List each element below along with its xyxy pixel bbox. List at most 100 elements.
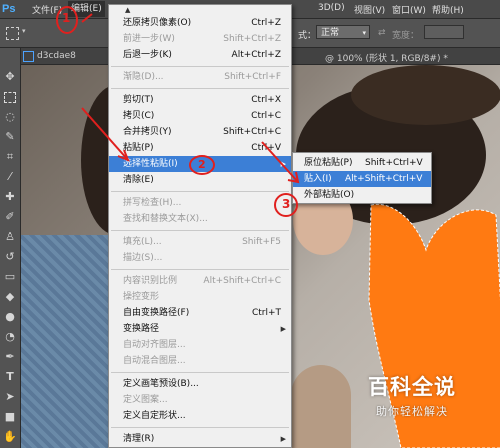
pen-tool-icon[interactable]: ✒ [3, 350, 17, 364]
rect-marquee-tool-icon[interactable] [3, 90, 17, 104]
menu-item-label: 剪切(T) [123, 95, 154, 105]
shape-tool-icon[interactable]: ■ [3, 410, 17, 424]
crop-tool-icon[interactable]: ⌗ [3, 150, 17, 164]
menu-separator [111, 372, 289, 373]
menu-item-label: 粘贴(P) [123, 143, 154, 153]
menu-item-label: 清除(E) [123, 175, 154, 185]
menu-separator [111, 88, 289, 89]
watermark-subtitle: 助你轻松解决 [376, 405, 448, 418]
menu-item-label: 变换路径 [123, 324, 160, 334]
menu-edit[interactable]: 编辑(E) [68, 1, 105, 17]
menu-window[interactable]: 窗口(W) [392, 3, 426, 16]
lasso-tool-icon[interactable]: ◌ [3, 110, 17, 124]
menu-item-label: 定义画笔预设(B)... [123, 379, 199, 389]
menu-item-label: 渐隐(D)... [123, 72, 164, 82]
healing-brush-tool-icon[interactable]: ✚ [3, 190, 17, 204]
menu-item-label: 内容识别比例 [123, 276, 178, 286]
marquee-tool-icon[interactable] [6, 27, 19, 40]
style-select[interactable]: 正常 ▾ [316, 25, 370, 39]
blur-tool-icon[interactable]: ● [3, 310, 17, 324]
document-tab-info[interactable]: @ 100% (形状 1, RGB/8#) * [325, 51, 448, 64]
menu-item-shortcut: Alt+Shift+Ctrl+V [345, 174, 423, 184]
paint-bucket-tool-icon[interactable]: ◆ [3, 290, 17, 304]
menu-item-label: 拼写检查(H)... [123, 198, 182, 208]
annotation-label-1: 1 [62, 11, 71, 25]
menu-item-puppet-warp[interactable]: 操控变形 [109, 289, 291, 305]
menu-item-label: 外部粘贴(O) [304, 190, 355, 200]
path-select-tool-icon[interactable]: ➤ [3, 390, 17, 404]
menu-item-purge[interactable]: 清理(R) ▶ [109, 431, 291, 447]
menu-item-fill[interactable]: 填充(L)... Shift+F5 [109, 234, 291, 250]
menu-item-shortcut: Alt+Shift+Ctrl+C [203, 276, 281, 286]
style-label: 式： [298, 31, 317, 41]
menu-item-fade[interactable]: 渐隐(D)... Shift+Ctrl+F [109, 69, 291, 85]
menu-item-auto-blend-layers[interactable]: 自动混合图层... [109, 353, 291, 369]
menu-item-shortcut: Shift+Ctrl+C [223, 127, 281, 137]
menu-3d[interactable]: 3D(D) [318, 3, 345, 13]
menu-item-step-forward[interactable]: 前进一步(W) Shift+Ctrl+Z [109, 31, 291, 47]
watermark: 百科全说 助你轻松解决 [354, 371, 494, 421]
swap-icon: ⇄ [378, 28, 386, 38]
menu-help[interactable]: 帮助(H) [432, 3, 464, 16]
history-brush-tool-icon[interactable]: ↺ [3, 250, 17, 264]
clone-stamp-tool-icon[interactable]: ♙ [3, 230, 17, 244]
menu-item-find-replace[interactable]: 查找和替换文本(X)... [109, 211, 291, 227]
menu-item-content-aware-scale[interactable]: 内容识别比例 Alt+Shift+Ctrl+C [109, 273, 291, 289]
menu-item-label: 操控变形 [123, 292, 160, 302]
submenu-arrow-icon: ▶ [280, 435, 286, 443]
chevron-down-icon[interactable]: ▾ [22, 27, 26, 35]
menu-file[interactable]: 文件(F) [32, 3, 62, 16]
menu-item-shortcut: Shift+Ctrl+F [224, 72, 281, 82]
menu-item-label: 还原拷贝像素(O) [123, 18, 192, 28]
tab-close-icon[interactable] [23, 51, 34, 62]
menu-item-shortcut: Ctrl+T [251, 308, 281, 318]
menu-item-label: 原位粘贴(P) [304, 158, 353, 168]
menu-item-paste-into[interactable]: 贴入(I) Alt+Shift+Ctrl+V [293, 171, 431, 187]
menu-item-paste-in-place[interactable]: 原位粘贴(P) Shift+Ctrl+V [293, 155, 431, 171]
menu-item-shortcut: Shift+F5 [242, 237, 281, 247]
width-label: 宽度： [392, 31, 420, 41]
menu-item-transform-path[interactable]: 变换路径 ▶ [109, 321, 291, 337]
menu-item-shortcut: Ctrl+Z [251, 18, 281, 28]
menu-item-label: 选择性粘贴(I) [123, 159, 178, 169]
menu-item-copy[interactable]: 拷贝(C) Ctrl+C [109, 108, 291, 124]
brush-tool-icon[interactable]: ✐ [3, 210, 17, 224]
menu-item-cut[interactable]: 剪切(T) Ctrl+X [109, 92, 291, 108]
style-select-value: 正常 [321, 28, 340, 38]
edit-menu: ▲ 还原拷贝像素(O) Ctrl+Z 前进一步(W) Shift+Ctrl+Z … [108, 4, 292, 448]
menu-item-label: 查找和替换文本(X)... [123, 214, 208, 224]
menu-item-shortcut: Shift+Ctrl+Z [223, 34, 281, 44]
menu-item-step-backward[interactable]: 后退一步(K) Alt+Ctrl+Z [109, 47, 291, 63]
menu-item-paste[interactable]: 粘贴(P) Ctrl+V [109, 140, 291, 156]
menu-item-auto-align-layers[interactable]: 自动对齐图层... [109, 337, 291, 353]
annotation-label-2: 2 [198, 158, 206, 171]
document-tab-name[interactable]: d3cdae8 [37, 51, 76, 61]
menu-item-label: 定义自定形状... [123, 411, 186, 421]
menu-item-define-pattern[interactable]: 定义图案... [109, 392, 291, 408]
scroll-up-icon[interactable]: ▲ [125, 6, 130, 14]
eyedropper-tool-icon[interactable]: ⁄ [3, 170, 17, 184]
menu-item-label: 定义图案... [123, 395, 168, 405]
menu-item-define-custom-shape[interactable]: 定义自定形状... [109, 408, 291, 424]
submenu-arrow-icon: ▶ [280, 160, 286, 168]
chevron-down-icon: ▾ [362, 29, 366, 37]
menu-item-shortcut: Alt+Ctrl+Z [231, 50, 281, 60]
menu-item-copy-merged[interactable]: 合并拷贝(Y) Shift+Ctrl+C [109, 124, 291, 140]
dodge-tool-icon[interactable]: ◔ [3, 330, 17, 344]
menu-item-free-transform-path[interactable]: 自由变换路径(F) Ctrl+T [109, 305, 291, 321]
tools-panel: ✥ ◌ ✎ ⌗ ⁄ ✚ ✐ ♙ ↺ ▭ ◆ ● ◔ ✒ T ➤ ■ ✋ [0, 48, 21, 448]
move-tool-icon[interactable]: ✥ [3, 70, 17, 84]
menu-item-undo[interactable]: 还原拷贝像素(O) Ctrl+Z [109, 15, 291, 31]
width-input[interactable] [424, 25, 464, 39]
menu-view[interactable]: 视图(V) [354, 3, 385, 16]
hand-tool-icon[interactable]: ✋ [3, 430, 17, 444]
menu-separator [111, 191, 289, 192]
menu-item-spell-check[interactable]: 拼写检查(H)... [109, 195, 291, 211]
eraser-tool-icon[interactable]: ▭ [3, 270, 17, 284]
menu-item-paste-outside[interactable]: 外部粘贴(O) [293, 187, 431, 203]
quick-select-tool-icon[interactable]: ✎ [3, 130, 17, 144]
menu-item-clear[interactable]: 清除(E) [109, 172, 291, 188]
type-tool-icon[interactable]: T [3, 370, 17, 384]
menu-item-stroke[interactable]: 描边(S)... [109, 250, 291, 266]
menu-item-define-brush[interactable]: 定义画笔预设(B)... [109, 376, 291, 392]
